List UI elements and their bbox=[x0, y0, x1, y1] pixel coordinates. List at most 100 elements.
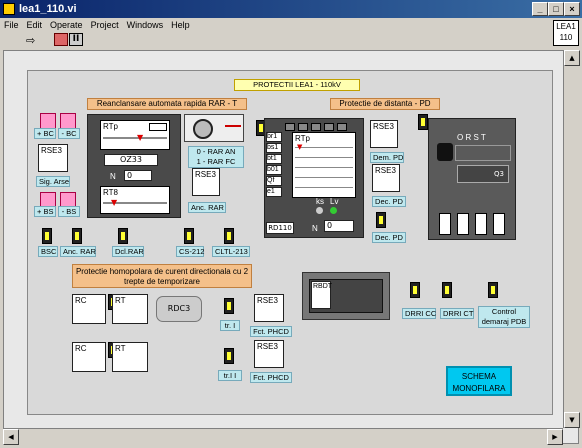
schema-monofilara-button[interactable]: SCHEMA MONOFILARA bbox=[446, 366, 512, 396]
rc-1-label: RC bbox=[75, 296, 87, 305]
rtp-display bbox=[149, 123, 167, 131]
dec-pd-label-2: Dec. PD bbox=[372, 232, 406, 243]
vi-icon: LEA1 110 bbox=[553, 20, 579, 46]
breaker-display bbox=[455, 145, 511, 161]
bs-plus-label: + BS bbox=[34, 206, 56, 217]
dem-pd-label: Dem. PD bbox=[370, 152, 404, 163]
rar-rse[interactable]: RSE3 bbox=[192, 168, 220, 196]
rt-1-label: RT bbox=[115, 296, 126, 305]
drri-ct-led-icon bbox=[442, 282, 452, 298]
rc-2-label: RC bbox=[75, 344, 87, 353]
scroll-right-icon[interactable]: ▶ bbox=[547, 429, 563, 445]
tr1-label: tr. I bbox=[220, 320, 240, 331]
horizontal-scrollbar[interactable]: ◀ ▶ bbox=[3, 428, 563, 445]
pd-label-qf: Qf bbox=[266, 176, 282, 186]
menu-file[interactable]: File bbox=[0, 20, 23, 30]
menu-bar: File Edit Operate Project Windows Help bbox=[0, 18, 550, 32]
sig-rse-label: RSE3 bbox=[41, 146, 62, 155]
mode-line-2: 1 - RAR FC bbox=[196, 157, 236, 166]
vi-label-2: 110 bbox=[559, 33, 573, 42]
title-bar: lea1_110.vi _ □ × bbox=[0, 0, 582, 18]
pd-label-bt1: bt1 bbox=[266, 154, 282, 164]
ks-led-icon bbox=[316, 207, 323, 214]
pd-slider[interactable]: RTp ▼ bbox=[292, 132, 356, 198]
mode-line-1: 0 - RAR AN bbox=[196, 147, 236, 156]
q3-label: Q3 bbox=[457, 165, 509, 183]
scroll-up-icon[interactable]: ▲ bbox=[564, 50, 580, 66]
vertical-scrollbar[interactable]: ▲ ▼ bbox=[563, 50, 580, 428]
phcd-rse-1-label: RSE3 bbox=[257, 296, 278, 305]
pd-top-buttons bbox=[285, 123, 361, 131]
rdc3-button[interactable]: RDC3 bbox=[156, 296, 202, 322]
menu-operate[interactable]: Operate bbox=[46, 20, 87, 30]
breaker-lever-icon[interactable] bbox=[437, 143, 453, 161]
pause-icon[interactable]: II bbox=[69, 33, 83, 46]
rar-n-field[interactable]: 0 bbox=[124, 170, 152, 181]
switch-line bbox=[225, 125, 241, 127]
phcd-rse-2-label: RSE3 bbox=[257, 342, 278, 351]
rar-title: Reanclansare automata rapida RAR - T bbox=[87, 98, 247, 110]
rar-n-label: N bbox=[110, 172, 116, 181]
phase-labels: O R S T bbox=[457, 133, 486, 142]
pd-n-field[interactable]: 0 bbox=[324, 220, 354, 232]
run-arrow-icon[interactable]: ⇨ bbox=[26, 34, 35, 47]
bsc-led-icon bbox=[42, 228, 52, 244]
rt-2[interactable]: RT bbox=[112, 342, 148, 372]
fct-phcd-label-2: Fct. PHCD bbox=[250, 372, 292, 383]
window-title: lea1_110.vi bbox=[19, 3, 77, 15]
rt-1[interactable]: RT bbox=[112, 294, 148, 324]
pd-slider-label: RTp bbox=[295, 134, 310, 143]
phcd-rse-1[interactable]: RSE3 bbox=[254, 294, 284, 322]
fct-phcd-label-1: Fct. PHCD bbox=[250, 326, 292, 337]
control-led-icon bbox=[488, 282, 498, 298]
anc-rar-bottom-label: Anc. RAR bbox=[60, 246, 96, 257]
rbdt-box[interactable]: RBDT bbox=[311, 281, 333, 309]
scroll-left-icon[interactable]: ◀ bbox=[3, 429, 19, 445]
menu-edit[interactable]: Edit bbox=[23, 20, 47, 30]
bc-plus-button[interactable] bbox=[40, 113, 56, 129]
rtp-label: RTp bbox=[103, 122, 118, 131]
rar-rse-label: RSE3 bbox=[195, 170, 216, 179]
pd-rse-1[interactable]: RSE3 bbox=[370, 120, 398, 148]
pd-label-bs1: bs1 bbox=[266, 143, 282, 153]
phcd-rse-2[interactable]: RSE3 bbox=[254, 340, 284, 368]
close-button[interactable]: × bbox=[564, 2, 580, 16]
toolbar: ⇨ II bbox=[0, 32, 550, 48]
rt8-pointer-icon: ▼ bbox=[111, 198, 118, 207]
pd-pointer-icon: ▼ bbox=[297, 143, 303, 151]
maximize-button[interactable]: □ bbox=[548, 2, 564, 16]
pd-rse-2-label: RSE3 bbox=[375, 166, 396, 175]
homopolar-title: Protectie homopolara de curent direction… bbox=[72, 264, 252, 288]
rar-switch[interactable] bbox=[184, 114, 244, 142]
abort-icon[interactable] bbox=[54, 33, 68, 46]
rc-1[interactable]: RC bbox=[72, 294, 106, 324]
bc-minus-label: - BC bbox=[58, 128, 80, 139]
tr2-led-icon bbox=[224, 348, 234, 364]
bc-minus-button[interactable] bbox=[60, 113, 76, 129]
dcl-rar-led-icon bbox=[118, 228, 128, 244]
rt8-slider[interactable]: RT8 ▼ bbox=[100, 186, 170, 214]
rtp-pointer-icon: ▼ bbox=[137, 133, 144, 142]
rbdt-label: RBDT bbox=[313, 283, 333, 290]
rtp-slider[interactable]: RTp ▼ bbox=[100, 120, 170, 150]
menu-help[interactable]: Help bbox=[167, 20, 194, 30]
breaker-led-icon bbox=[418, 114, 428, 130]
page-title: PROTECTII LEA1 - 110kV bbox=[234, 79, 360, 91]
drri-cc-led-icon bbox=[410, 282, 420, 298]
menu-project[interactable]: Project bbox=[87, 20, 123, 30]
minimize-button[interactable]: _ bbox=[532, 2, 548, 16]
rc-2[interactable]: RC bbox=[72, 342, 106, 372]
scroll-down-icon[interactable]: ▼ bbox=[564, 412, 580, 428]
rd110-label: RD110 bbox=[266, 222, 294, 234]
rtp-track bbox=[103, 137, 167, 139]
vi-label-1: LEA1 bbox=[556, 22, 576, 31]
pd-n-label: N bbox=[312, 224, 318, 233]
menu-windows[interactable]: Windows bbox=[123, 20, 168, 30]
sig-rse[interactable]: RSE3 bbox=[38, 144, 68, 172]
rt8-label: RT8 bbox=[103, 188, 118, 197]
pd-label-b01: b01 bbox=[266, 165, 282, 175]
rt-2-label: RT bbox=[115, 344, 126, 353]
pd-rse-2[interactable]: RSE3 bbox=[372, 164, 400, 192]
pd-label-e1: e1 bbox=[266, 187, 282, 197]
pd-label-list: br1 bs1 bt1 b01 Qf e1 bbox=[266, 132, 282, 198]
